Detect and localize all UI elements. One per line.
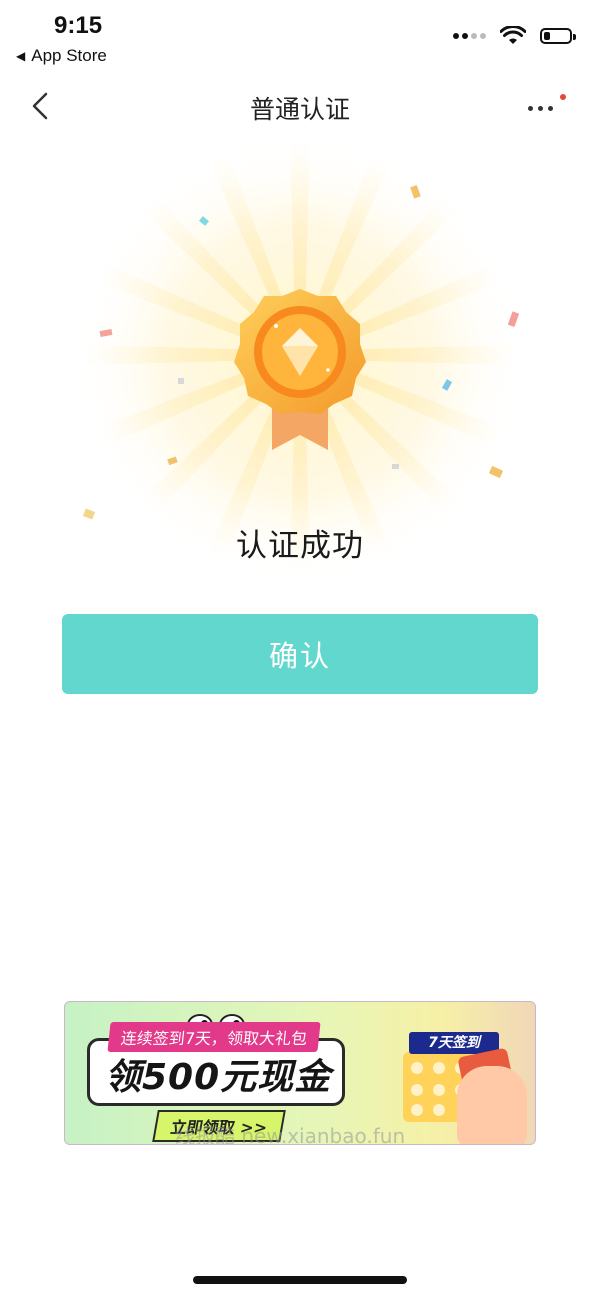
unread-dot [560,94,566,100]
status-icons [453,26,576,46]
page-title: 普通认证 [249,95,350,124]
banner-headline: 领500元现金 [105,1057,332,1098]
back-triangle-icon: ◀ [16,49,26,63]
status-time: 9:15 [54,12,103,39]
confirm-button[interactable]: 确认 [62,614,538,694]
status-bar: 9:15 ◀ App Store [0,0,600,72]
home-indicator[interactable] [193,1276,407,1284]
watermark: 线报酷 new.xianbao.fun [175,1124,406,1145]
success-message: 认证成功 [236,528,364,564]
more-menu-button[interactable] [526,94,566,124]
back-app-label: App Store [31,46,107,65]
hand-icon [457,1066,527,1144]
back-to-app-link[interactable]: ◀ App Store [16,46,107,66]
promo-banner[interactable]: 连续签到7天，领取大礼包 领500元现金 立即领取 >> 7天签到 线报酷 ne… [64,1001,536,1145]
wifi-icon [500,26,526,44]
cellular-signal-icon [453,33,486,39]
battery-icon [540,28,576,44]
